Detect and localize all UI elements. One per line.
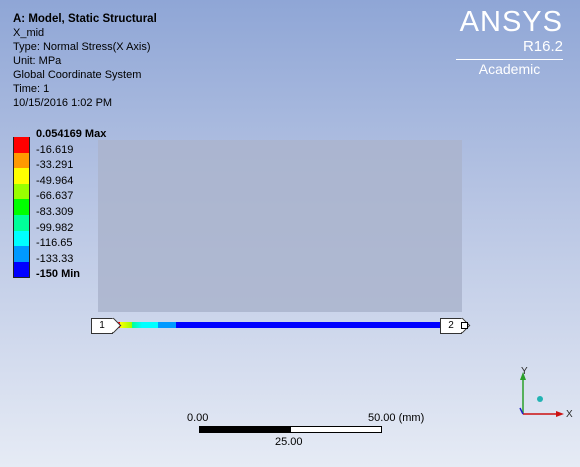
x-arrow-icon [556,411,564,417]
ansys-version: R16.2 [522,38,563,55]
legend-swatch-border [13,277,30,279]
legend-swatch [13,214,30,231]
legend-value: -99.982 [36,221,74,234]
result-time: Time: 1 [13,83,50,95]
ansys-brand: ANSYS R16.2 Academic [456,6,563,77]
legend-value: -116.65 [36,237,73,250]
scale-mid-label: 25.00 [275,436,303,448]
node-2-tag[interactable]: 2 [440,318,462,334]
result-header: A: Model, Static Structural X_mid Type: … [13,12,157,110]
beam-segment-cyan [142,322,158,328]
scale-bar-filled [200,427,291,432]
result-name: X_mid [13,27,45,39]
scale-start-label: 0.00 [187,412,209,424]
beam-segment-yellow [120,322,132,328]
beam-segment-lightblue [158,322,176,328]
legend-max-label: 0.054169 Max [36,128,107,140]
triad-x-label: X [566,409,573,420]
node-1-tag[interactable]: 1 [91,318,113,334]
triad-y-label: Y [521,366,528,377]
result-unit: Unit: MPa [13,55,62,67]
legend-swatch [13,137,30,153]
legend-value: -49.964 [36,174,74,187]
legend-swatch [13,199,30,215]
result-type: Type: Normal Stress(X Axis) [13,41,151,53]
legend-min-label: -150 Min [36,268,81,281]
legend-value: -133.33 [36,252,74,265]
node-1-label: 1 [99,320,105,331]
scale-bar [199,426,382,433]
legend-value: -33.291 [36,159,74,172]
node-2-marker [461,322,468,329]
beam-contour[interactable] [110,322,446,328]
legend-value: -16.619 [36,143,74,156]
result-timestamp: 10/15/2016 1:02 PM [13,97,113,109]
brand-divider [456,59,563,60]
legend-value: -66.637 [36,190,74,203]
legend-swatch [13,230,30,247]
legend-value: -83.309 [36,205,74,218]
scale-end-label: 50.00 (mm) [368,412,425,424]
coordinate-triad[interactable]: Y X [508,362,578,432]
legend-swatch [13,168,30,184]
ansys-logo: ANSYS [459,6,563,38]
legend-swatch [13,183,30,200]
iso-ball-icon [537,396,543,402]
legend-swatch [13,152,30,169]
ansys-edition: Academic [478,61,541,77]
beam-segment-green [132,322,142,328]
legend-swatch [13,246,30,262]
node-2-label: 2 [448,320,454,331]
legend-swatch [13,261,30,278]
geometry-surface[interactable] [98,140,462,312]
coordinate-system: Global Coordinate System [13,69,142,81]
header-title: A: Model, Static Structural [13,13,157,25]
